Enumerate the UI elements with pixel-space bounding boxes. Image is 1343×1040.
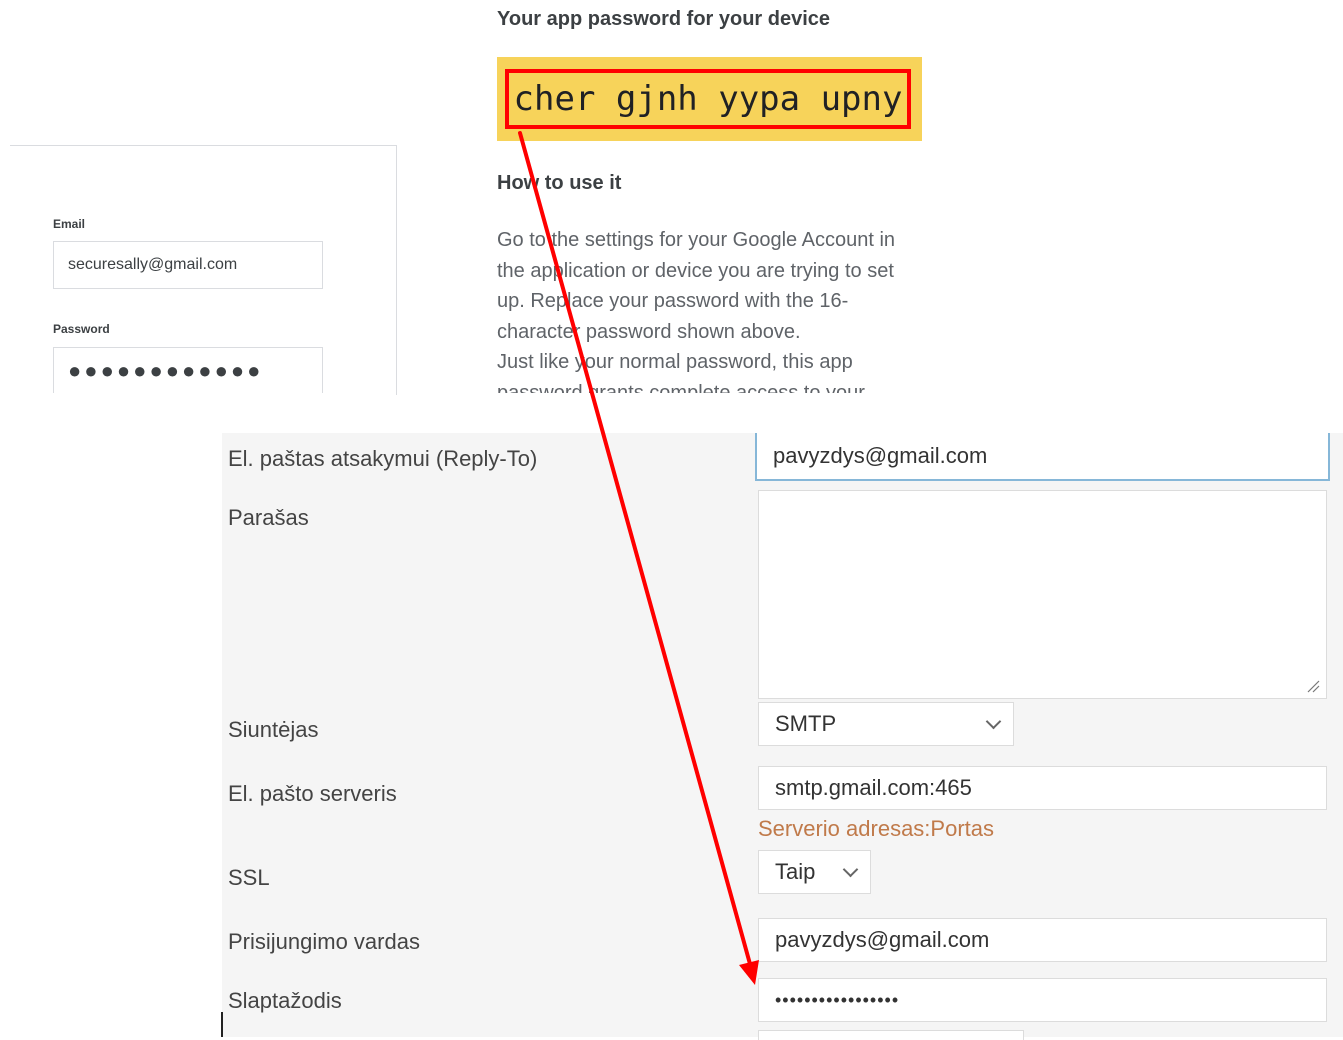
email-field[interactable]: securesally@gmail.com (53, 241, 323, 289)
server-input[interactable]: smtp.gmail.com:465 (758, 766, 1327, 810)
sender-select-value: SMTP (775, 711, 837, 736)
how-to-line: Go to the settings for your Google Accou… (497, 229, 896, 251)
signature-label: Parašas (228, 505, 309, 530)
app-password-title: Your app password for your device (497, 8, 831, 30)
reply-to-input[interactable]: pavyzdys@gmail.com (755, 433, 1330, 481)
next-field-edge (758, 1030, 1024, 1040)
reply-to-label: El. paštas atsakymui (Reply-To) (228, 446, 538, 471)
username-input[interactable]: pavyzdys@gmail.com (758, 918, 1327, 962)
how-to-line: Just like your normal password, this app (497, 351, 853, 373)
app-password-code: cher gjnh yypa upny (505, 69, 911, 129)
text-cursor (221, 1012, 223, 1037)
sender-select[interactable]: SMTP (758, 702, 1014, 746)
sender-label: Siuntėjas (228, 717, 319, 742)
how-to-use-text: Go to the settings for your Google Accou… (497, 225, 957, 393)
ssl-select-value: Taip (775, 859, 816, 884)
how-to-line: password grants complete access to your (497, 381, 865, 394)
how-to-use-heading: How to use it (497, 172, 622, 194)
resize-grip-icon[interactable] (1306, 679, 1320, 693)
chevron-down-icon (985, 713, 1002, 729)
ssl-select[interactable]: Taip (758, 850, 871, 894)
password-form-label: Slaptažodis (228, 988, 342, 1013)
server-hint: Serverio adresas:Portas (758, 816, 994, 841)
username-label: Prisijungimo vardas (228, 929, 420, 954)
how-to-line: up. Replace your password with the 16- (497, 290, 849, 312)
signature-textarea[interactable] (758, 490, 1327, 699)
password-field[interactable]: ●●●●●●●●●●●● (53, 347, 323, 393)
ssl-label: SSL (228, 865, 270, 890)
password-label: Password (53, 322, 110, 336)
how-to-line: character password shown above. (497, 320, 801, 343)
server-label: El. pašto serveris (228, 781, 397, 806)
chevron-down-icon (842, 861, 859, 877)
email-label: Email (53, 217, 86, 231)
password-input[interactable]: ••••••••••••••••• (758, 978, 1327, 1022)
how-to-line: the application or device you are trying… (497, 259, 894, 282)
